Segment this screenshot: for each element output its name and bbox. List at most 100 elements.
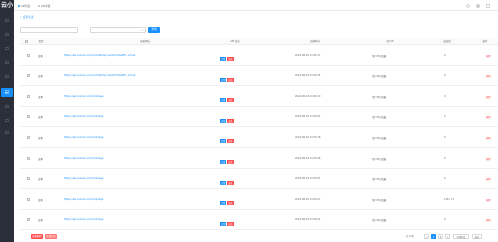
row-return: 128 / 13 [444, 197, 454, 201]
row-ip: 用户IP已隐藏 [372, 178, 387, 182]
status-badge: 正常 [220, 57, 227, 61]
row-checkbox[interactable] [27, 177, 30, 181]
page-prev-button[interactable]: < [424, 234, 429, 239]
row-type: 文本 [38, 157, 43, 161]
table-row: 文本 https://api.xxxxxx.com/v1/chat?key=ab1… [20, 45, 498, 66]
row-url-link[interactable]: https://api.xxxxxx.com/v1/image [64, 198, 103, 201]
back-link[interactable]: ← 任务记录 [20, 15, 34, 20]
row-return: 0 [444, 156, 446, 160]
batch-delete-button[interactable]: 批量删除 [31, 234, 43, 239]
row-url-link[interactable]: https://api.xxxxxx.com/v1/image [64, 115, 103, 118]
sidebar-item-label: 插件 [4, 92, 9, 95]
row-return: 0 [444, 74, 446, 78]
row-return: 0 [444, 53, 446, 57]
row-time: 2024-06-18 14:32:25 [295, 74, 321, 78]
table-row: 文本 https://api.xxxxxx.com/v1/image 正常 成功 202… [20, 210, 498, 231]
tab-api-list[interactable]: API列表 [18, 3, 30, 8]
row-time: 2024-06-18 14:33:36 [295, 156, 321, 160]
page-2-button[interactable]: 2 [438, 234, 443, 239]
grid-icon [5, 33, 10, 36]
search-button[interactable]: 查询 [148, 27, 160, 33]
monitor-icon [5, 19, 10, 22]
row-tags: 正常 成功 [220, 180, 235, 185]
sidebar-item-7[interactable] [1, 102, 13, 111]
page-next-button[interactable]: > [445, 234, 450, 239]
table-row: 文本 https://api.xxxxxx.com/v1/image 正常 成功 202… [20, 189, 498, 210]
link-icon [5, 61, 10, 64]
sidebar-item-4[interactable] [1, 72, 13, 81]
row-checkbox[interactable] [27, 197, 30, 201]
row-delete-action[interactable]: 删除 [486, 177, 491, 181]
result-badge: 成功 [227, 57, 234, 61]
header-return: 返回值 [443, 40, 451, 43]
row-checkbox[interactable] [27, 135, 30, 139]
sidebar-item-0[interactable] [1, 16, 13, 25]
sidebar-item-8[interactable] [1, 116, 13, 125]
row-delete-action[interactable]: 删除 [486, 95, 491, 99]
row-url-link[interactable]: https://api.xxxxxx.com/v1/chat?key=ab12c… [64, 74, 135, 77]
row-url-link[interactable]: https://api.xxxxxx.com/v1/image [64, 95, 103, 98]
sidebar-item-6[interactable]: 插件 [1, 88, 13, 97]
select-all-checkbox[interactable] [25, 40, 28, 43]
sidebar-item-1[interactable] [1, 30, 13, 39]
row-checkbox[interactable] [27, 115, 30, 119]
tab-api-detail[interactable]: API详情 [38, 3, 50, 8]
table-row: 文本 https://api.xxxxxx.com/v1/image 正常 成功 202… [20, 127, 498, 148]
row-type: 文本 [38, 178, 43, 182]
row-url-link[interactable]: https://api.xxxxxx.com/v1/image [64, 136, 103, 139]
row-ip: 用户IP已隐藏 [372, 54, 387, 58]
status-badge: 正常 [220, 180, 227, 185]
row-tags: 正常 成功 [220, 118, 235, 123]
row-url-link[interactable]: https://api.xxxxxx.com/v1/chat?key=ab12c… [64, 54, 135, 57]
batch-export-button[interactable]: 批量导出 [45, 234, 57, 239]
row-return: 0 [444, 94, 446, 98]
table-row: 文本 https://api.xxxxxx.com/v1/image 正常 成功 202… [20, 107, 498, 128]
sidebar-item-3[interactable] [1, 58, 13, 67]
table-row: 文本 https://api.xxxxxx.com/v1/image 正常 成功 202… [20, 169, 498, 190]
fullscreen-icon[interactable] [486, 3, 490, 8]
row-delete-action[interactable]: 删除 [486, 218, 491, 222]
row-delete-action[interactable]: 删除 [486, 74, 491, 78]
sidebar: 云小 插件 [0, 0, 14, 242]
arrow-left-icon: ← [20, 15, 23, 19]
status-badge: 正常 [220, 77, 227, 82]
row-checkbox[interactable] [27, 53, 30, 57]
row-url-link[interactable]: https://api.xxxxxx.com/v1/image [64, 218, 103, 221]
page-1-button[interactable]: 1 [431, 234, 436, 239]
row-delete-action[interactable]: 删除 [486, 54, 491, 58]
tab-label: API详情 [41, 4, 51, 8]
row-url-link[interactable]: https://api.xxxxxx.com/v1/image [64, 177, 103, 180]
row-checkbox[interactable] [27, 74, 30, 78]
row-time: 2024-06-18 14:33:51 [295, 177, 321, 181]
row-time: 2024-06-18 14:32:17 [295, 53, 321, 57]
row-time: 2024-06-18 14:33:18 [295, 135, 321, 139]
row-url-link[interactable]: https://api.xxxxxx.com/v1/image [64, 157, 103, 160]
row-delete-action[interactable]: 删除 [486, 157, 491, 161]
table-header: 类型 链接地址 API 信息 创建时间 用户IP 返回值 操作 [20, 38, 498, 45]
refresh-icon[interactable] [466, 3, 470, 8]
page-size-select[interactable]: 10条/页 [453, 234, 469, 239]
row-tags: 正常 成功 [220, 160, 235, 164]
tag-icon [5, 131, 10, 134]
row-ip: 用户IP已隐藏 [372, 75, 387, 79]
row-ip: 用户IP已隐藏 [372, 198, 387, 202]
table-row: 文本 https://api.xxxxxx.com/v1/image 正常 成功 202… [20, 86, 498, 107]
table-row: 文本 https://api.xxxxxx.com/v1/image 正常 成功 202… [20, 148, 498, 169]
filter-input-type[interactable] [20, 27, 78, 33]
row-checkbox[interactable] [27, 94, 30, 98]
filter-input-status[interactable]: ▾ [90, 27, 146, 33]
result-badge: 成功 [227, 77, 234, 82]
row-delete-action[interactable]: 删除 [486, 198, 491, 202]
status-badge: 正常 [220, 98, 227, 103]
header-type: 类型 [38, 40, 44, 43]
row-checkbox[interactable] [27, 218, 30, 222]
row-checkbox[interactable] [27, 156, 30, 160]
row-type: 文本 [38, 95, 43, 99]
sidebar-item-2[interactable] [1, 44, 13, 53]
settings-icon[interactable] [476, 3, 480, 8]
tab-dot-icon [38, 4, 40, 7]
sidebar-item-9[interactable] [1, 128, 13, 137]
row-delete-action[interactable]: 删除 [486, 136, 491, 140]
row-delete-action[interactable]: 删除 [486, 115, 491, 119]
goto-page-input[interactable]: 前往 [472, 234, 482, 239]
